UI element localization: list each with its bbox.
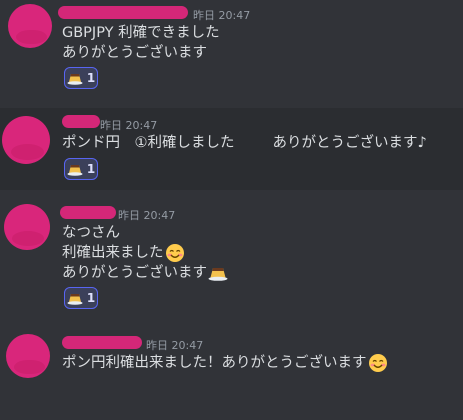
reaction-count: 1: [86, 162, 96, 176]
timestamp: 昨日 20:47: [146, 339, 204, 352]
message-3: 昨日 20:47 なつさん 利確出来ました ありがとうございます 1: [0, 198, 463, 318]
message-2: 昨日 20:47 ポンド円 ①利確しました ありがとうございます♪ 1: [0, 108, 463, 190]
pudding-icon: [67, 71, 83, 85]
avatar[interactable]: [8, 4, 52, 48]
reaction-pudding[interactable]: 1: [64, 158, 98, 180]
message-text: 利確出来ました: [62, 243, 185, 263]
message-1: 昨日 20:47 GBPJPY 利確できました ありがとうございます 1: [0, 0, 463, 98]
message-text-part: ポンド円 ①利確しました: [62, 135, 235, 151]
redacted-username[interactable]: [62, 115, 100, 128]
avatar[interactable]: [2, 116, 50, 164]
reaction-pudding[interactable]: 1: [64, 67, 98, 89]
message-text: GBPJPY 利確できました: [62, 25, 220, 41]
message-text: ポンド円 ①利確しました ありがとうございます♪: [62, 133, 427, 153]
reaction-pudding[interactable]: 1: [64, 287, 98, 309]
avatar[interactable]: [6, 334, 50, 378]
reaction-count: 1: [86, 71, 96, 85]
redacted-username[interactable]: [62, 336, 142, 349]
pudding-icon: [67, 291, 83, 305]
reaction-count: 1: [86, 291, 96, 305]
timestamp: 昨日 20:47: [100, 119, 158, 132]
message-text-part: ありがとうございます: [62, 265, 207, 281]
smiling-face-icon: [368, 353, 388, 373]
message-text-part: ありがとうございます♪: [272, 135, 427, 151]
message-4: 昨日 20:47 ポン円利確出来ました！ありがとうございます: [0, 326, 463, 420]
message-text-part: 利確出来ました: [62, 245, 164, 261]
pudding-icon: [208, 265, 228, 281]
message-text: ありがとうございます: [62, 263, 228, 283]
avatar[interactable]: [4, 204, 50, 250]
message-text: ありがとうございます: [62, 45, 207, 61]
smiling-face-icon: [165, 243, 185, 263]
timestamp: 昨日 20:47: [118, 209, 176, 222]
message-text: なつさん: [62, 225, 120, 241]
message-text-part: ポン円利確出来ました！ありがとうございます: [62, 355, 367, 371]
pudding-icon: [67, 162, 83, 176]
timestamp: 昨日 20:47: [193, 9, 251, 22]
message-text: ポン円利確出来ました！ありがとうございます: [62, 353, 388, 373]
redacted-username[interactable]: [58, 6, 188, 19]
redacted-username[interactable]: [60, 206, 116, 219]
